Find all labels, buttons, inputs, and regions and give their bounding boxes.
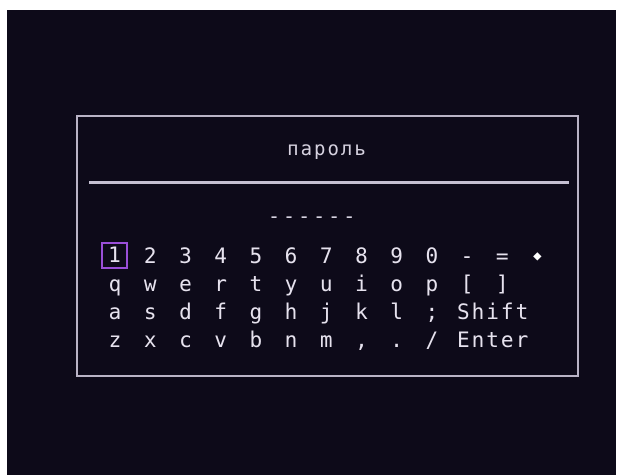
shift-key[interactable]: Shift	[457, 300, 530, 324]
key-sym0-10[interactable]: -	[457, 244, 477, 268]
screen: пароль ------ 1 2 3 4 5 6 7 8 9 0- = ◆ q w e r t y u i o p[] a…	[7, 10, 616, 475]
key-sym3-9[interactable]: /	[422, 328, 442, 352]
key-i[interactable]: i	[351, 272, 371, 296]
key-c[interactable]: c	[175, 328, 195, 352]
key-b[interactable]: b	[246, 328, 266, 352]
key-sym0-11[interactable]: =	[492, 244, 512, 268]
key-x[interactable]: x	[140, 328, 160, 352]
key-7[interactable]: 7	[316, 244, 336, 268]
key-g[interactable]: g	[246, 300, 266, 324]
key-a[interactable]: a	[105, 300, 125, 324]
key-9[interactable]: 9	[387, 244, 407, 268]
password-dialog: пароль ------ 1 2 3 4 5 6 7 8 9 0- = ◆ q w e r t y u i o p[] a…	[76, 115, 579, 377]
key-3[interactable]: 3	[175, 244, 195, 268]
key-5[interactable]: 5	[246, 244, 266, 268]
key-2[interactable]: 2	[140, 244, 160, 268]
key-l[interactable]: l	[387, 300, 407, 324]
key-u[interactable]: u	[316, 272, 336, 296]
key-t[interactable]: t	[246, 272, 266, 296]
key-w[interactable]: w	[140, 272, 160, 296]
key-n[interactable]: n	[281, 328, 301, 352]
enter-key[interactable]: Enter	[457, 328, 530, 352]
key-6[interactable]: 6	[281, 244, 301, 268]
virtual-keyboard: 1 2 3 4 5 6 7 8 9 0- = ◆ q w e r t y u i o p [] a s d f g h j k l; Shift…	[78, 117, 577, 375]
key-sym1-11[interactable]: ]	[492, 272, 512, 296]
key-0[interactable]: 0	[422, 244, 442, 268]
key-sym3-7[interactable]: ,	[351, 328, 371, 352]
key-d[interactable]: d	[175, 300, 195, 324]
backspace-icon[interactable]: ◆	[527, 244, 547, 268]
key-1-selected[interactable]: 1	[101, 242, 128, 269]
key-j[interactable]: j	[316, 300, 336, 324]
key-sym2-9[interactable]: ;	[422, 300, 442, 324]
key-8[interactable]: 8	[351, 244, 371, 268]
key-v[interactable]: v	[211, 328, 231, 352]
key-o[interactable]: o	[387, 272, 407, 296]
key-e[interactable]: e	[175, 272, 195, 296]
key-z[interactable]: z	[105, 328, 125, 352]
key-p[interactable]: p	[422, 272, 442, 296]
key-y[interactable]: y	[281, 272, 301, 296]
key-r[interactable]: r	[211, 272, 231, 296]
key-sym1-10[interactable]: [	[457, 272, 477, 296]
key-k[interactable]: k	[351, 300, 371, 324]
key-f[interactable]: f	[211, 300, 231, 324]
key-q[interactable]: q	[105, 272, 125, 296]
key-4[interactable]: 4	[211, 244, 231, 268]
key-m[interactable]: m	[316, 328, 336, 352]
key-sym3-8[interactable]: .	[387, 328, 407, 352]
key-s[interactable]: s	[140, 300, 160, 324]
key-h[interactable]: h	[281, 300, 301, 324]
